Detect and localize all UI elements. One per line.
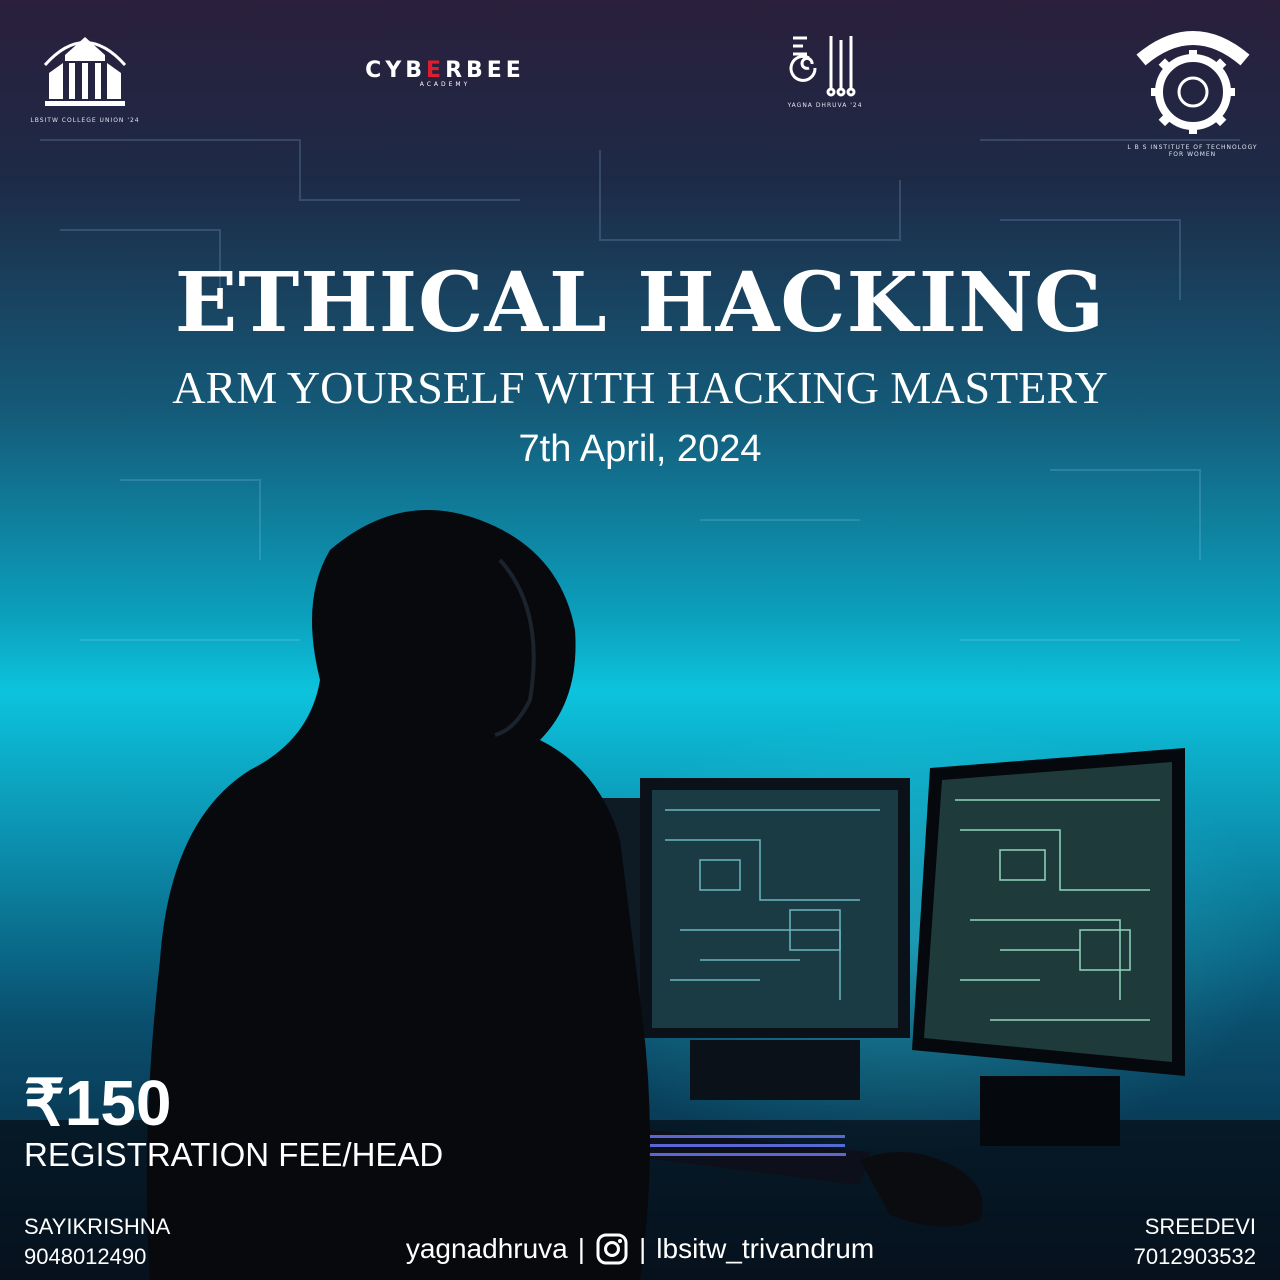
union-logo-caption: LBSITW COLLEGE UNION '24 bbox=[30, 117, 140, 124]
yagna-logo-caption: YAGNA DHRUVA '24 bbox=[787, 102, 863, 109]
lbs-logo-caption: L B S INSTITUTE OF TECHNOLOGY FOR WOMEN bbox=[1127, 144, 1258, 158]
gear-emblem-icon bbox=[1135, 31, 1250, 134]
lbs-institute-logo: L B S INSTITUTE OF TECHNOLOGY FOR WOMEN bbox=[1120, 20, 1265, 158]
temple-emblem-icon bbox=[43, 37, 127, 106]
registration-fee-label: REGISTRATION FEE/HEAD bbox=[24, 1136, 444, 1173]
cyberbee-logo: CYBERBEE ACADEMY bbox=[345, 58, 545, 88]
social-footer: yagnadhruva | | lbsitw_trivandrum bbox=[0, 1232, 1280, 1266]
yagna-dhruva-logo: YAGNA DHRUVA '24 bbox=[780, 30, 870, 109]
event-tagline: ARM YOURSELF WITH HACKING MASTERY bbox=[172, 362, 1108, 413]
cyberbee-wordmark: CYBERBEE bbox=[365, 58, 525, 83]
college-union-logo: LBSITW COLLEGE UNION '24 bbox=[30, 25, 140, 124]
event-title: ETHICAL HACKING bbox=[174, 255, 1106, 351]
instagram-icon bbox=[596, 1233, 628, 1265]
footer-separator-1: | bbox=[577, 1233, 586, 1264]
yagna-dhruva-emblem-icon bbox=[789, 36, 856, 97]
footer-separator-2: | bbox=[639, 1233, 647, 1264]
social-handle-lbsitw: lbsitw_trivandrum bbox=[656, 1233, 875, 1264]
event-poster: LBSITW COLLEGE UNION '24 CYBERBEE ACADEM… bbox=[0, 0, 1280, 1280]
social-handle-yagnadhruva: yagnadhruva bbox=[405, 1233, 568, 1264]
event-date: 7th April, 2024 bbox=[518, 428, 762, 470]
registration-fee-amount: ₹150 bbox=[24, 1067, 172, 1139]
